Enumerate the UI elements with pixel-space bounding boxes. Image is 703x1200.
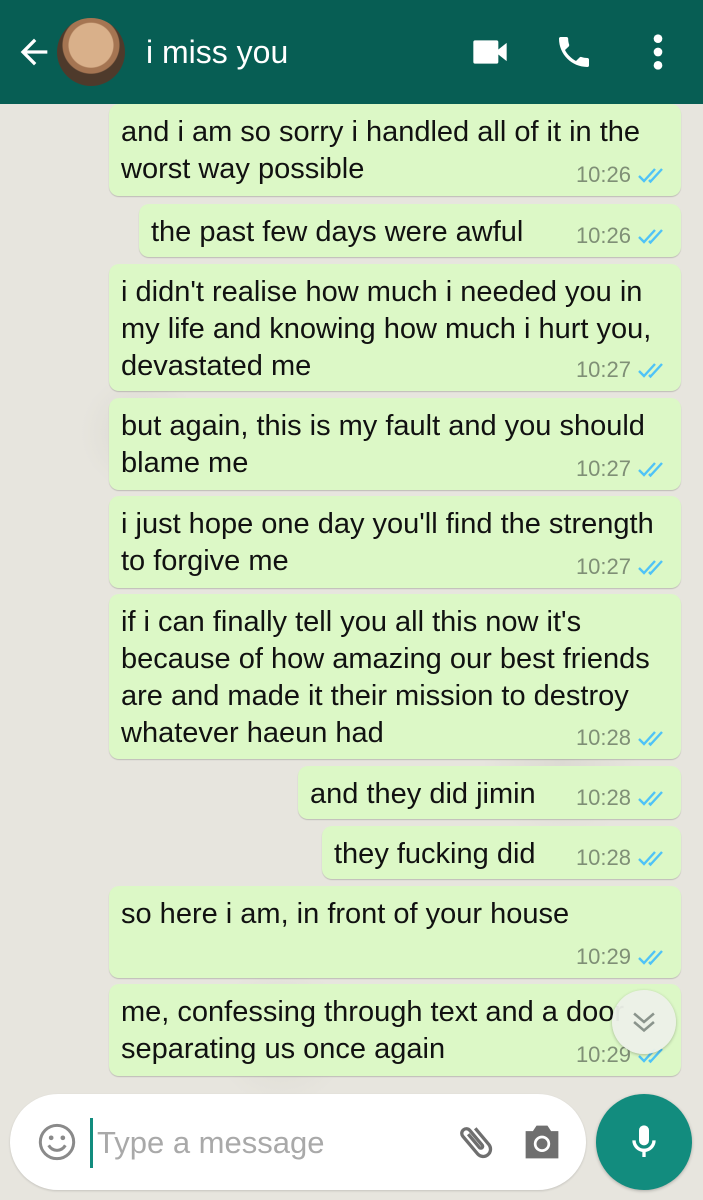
message-meta: 10:28 <box>576 725 667 751</box>
message-time: 10:26 <box>575 162 631 187</box>
message-meta: 10:28 <box>576 785 667 811</box>
message-bubble[interactable]: they fucking did 10:28 <box>322 826 681 879</box>
voice-message-button[interactable] <box>596 1094 692 1190</box>
camera-icon[interactable] <box>520 1122 564 1162</box>
message-time: 10:28 <box>575 785 631 810</box>
more-vert-icon[interactable] <box>648 32 668 72</box>
message-bubble[interactable]: so here i am, in front of your house 10:… <box>109 886 681 978</box>
message-time: 10:27 <box>575 456 631 481</box>
message-bubble[interactable]: and i am so sorry i handled all of it in… <box>109 104 681 196</box>
chat-title[interactable]: i miss you <box>146 30 288 74</box>
message-meta: 10:26 <box>576 223 667 249</box>
emoji-icon[interactable] <box>37 1122 77 1162</box>
arrow-back-icon[interactable] <box>14 32 54 72</box>
message-bubble[interactable]: i didn't realise how much i needed you i… <box>109 264 681 391</box>
message-text: so here i am, in front of your house <box>121 898 570 930</box>
message-bubble[interactable]: if i can finally tell you all this now i… <box>109 594 681 759</box>
double-check-read-icon <box>638 462 663 478</box>
message-meta: 10:27 <box>576 357 667 383</box>
message-time: 10:27 <box>575 357 631 382</box>
double-check-read-icon <box>638 950 663 966</box>
message-meta: 10:29 <box>576 944 667 970</box>
double-check-read-icon <box>638 731 663 747</box>
message-bubble[interactable]: i just hope one day you'll find the stre… <box>109 496 681 588</box>
message-bubble[interactable]: and they did jimin 10:28 <box>298 766 681 819</box>
message-bubble[interactable]: me, confessing through text and a door s… <box>109 984 681 1076</box>
video-call-icon[interactable] <box>470 32 510 72</box>
contact-avatar[interactable] <box>57 18 125 86</box>
message-meta: 10:27 <box>576 456 667 482</box>
attach-icon[interactable] <box>454 1118 498 1166</box>
double-check-read-icon <box>638 560 663 576</box>
message-time: 10:29 <box>575 944 631 969</box>
message-time: 10:27 <box>575 554 631 579</box>
chat-header: i miss you <box>0 0 703 104</box>
voice-call-icon[interactable] <box>554 32 594 72</box>
double-check-read-icon <box>638 851 663 867</box>
message-meta: 10:26 <box>576 162 667 188</box>
message-input[interactable] <box>90 1118 439 1168</box>
message-meta: 10:27 <box>576 554 667 580</box>
message-composer <box>10 1094 586 1190</box>
double-check-read-icon <box>638 168 663 184</box>
scroll-to-bottom-button[interactable] <box>612 990 676 1054</box>
message-bubble[interactable]: the past few days were awful 10:26 <box>139 204 681 257</box>
message-bubble[interactable]: but again, this is my fault and you shou… <box>109 398 681 490</box>
double-check-read-icon <box>638 791 663 807</box>
message-time: 10:28 <box>575 845 631 870</box>
message-time: 10:28 <box>575 725 631 750</box>
double-check-read-icon <box>638 229 663 245</box>
message-meta: 10:28 <box>576 845 667 871</box>
message-time: 10:26 <box>575 223 631 248</box>
double-check-read-icon <box>638 363 663 379</box>
microphone-icon <box>632 1125 656 1157</box>
chevron-double-down-icon <box>633 1012 655 1033</box>
